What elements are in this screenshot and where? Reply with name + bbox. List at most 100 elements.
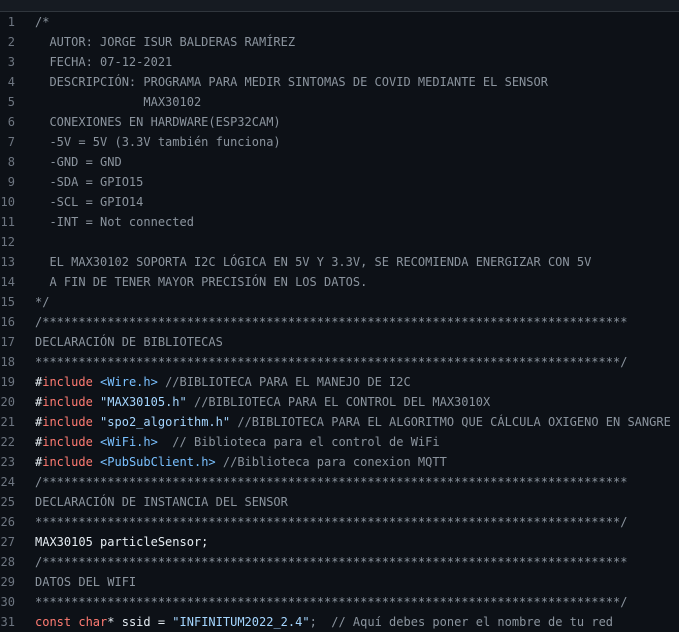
code-token: ****************************************… <box>35 515 628 529</box>
code-line[interactable]: 8 -GND = GND <box>0 152 679 172</box>
code-line[interactable]: 25 DECLARACIÓN DE INSTANCIA DEL SENSOR <box>0 492 679 512</box>
code-line[interactable]: 3 FECHA: 07-12-2021 <box>0 52 679 72</box>
code-line[interactable]: 10 -SCL = GPIO14 <box>0 192 679 212</box>
code-token: include <box>42 435 93 449</box>
line-number: 23 <box>0 455 15 469</box>
line-text: -INT = Not connected <box>35 212 194 232</box>
code-line[interactable]: 26 **************************************… <box>0 512 679 532</box>
code-line[interactable]: 9 -SDA = GPIO15 <box>0 172 679 192</box>
code-token: -SCL = GPIO14 <box>35 195 144 209</box>
code-line[interactable]: 17 DECLARACIÓN DE BIBLIOTECAS <box>0 332 679 352</box>
line-number: 16 <box>0 315 15 329</box>
code-token: AUTOR: JORGE ISUR BALDERAS RAMÍREZ <box>35 35 296 49</box>
line-number: 5 <box>7 95 15 109</box>
code-line[interactable]: 4 DESCRIPCIÓN: PROGRAMA PARA MEDIR SINTO… <box>0 72 679 92</box>
line-text: ****************************************… <box>35 352 627 372</box>
code-line[interactable]: 21 #include "spo2_algorithm.h" //BIBLIOTE… <box>0 412 679 432</box>
code-token: A FIN DE TENER MAYOR PRECISIÓN EN LOS DA… <box>35 275 368 289</box>
code-token: include <box>42 375 93 389</box>
line-number: 20 <box>0 395 15 409</box>
code-line[interactable]: 15 */ <box>0 292 679 312</box>
line-number: 12 <box>0 235 15 249</box>
code-token: char <box>78 615 108 629</box>
code-line[interactable]: 19 #include <Wire.h> //BIBLIOTECA PARA EL… <box>0 372 679 392</box>
code-token: ****************************************… <box>35 595 628 609</box>
line-number: 1 <box>7 15 15 29</box>
code-line[interactable]: 24 /*************************************… <box>0 472 679 492</box>
line-number: 17 <box>0 335 15 349</box>
code-token: ; // Aquí debes poner el nombre de tu re… <box>309 615 614 629</box>
line-text: ****************************************… <box>35 512 627 532</box>
code-line[interactable]: 27 MAX30105 particleSensor; <box>0 532 679 552</box>
line-text: MAX30105 particleSensor; <box>35 532 208 552</box>
code-token: FECHA: 07-12-2021 <box>35 55 173 69</box>
line-number: 15 <box>0 295 15 309</box>
code-token: const <box>35 615 72 629</box>
code-line[interactable]: 20 #include "MAX30105.h" //BIBLIOTECA PAR… <box>0 392 679 412</box>
editor-top-bar <box>0 0 679 12</box>
code-token: include <box>42 395 93 409</box>
line-text: /***************************************… <box>35 552 627 572</box>
line-number: 27 <box>0 535 15 549</box>
code-token: -INT = Not connected <box>35 215 194 229</box>
code-token: "INFINITUM2022_2.4" <box>172 615 310 629</box>
code-token: */ <box>35 295 50 309</box>
code-token: //Biblioteca para conexion MQTT <box>215 455 447 469</box>
line-number: 13 <box>0 255 15 269</box>
code-token: "MAX30105.h" <box>100 395 187 409</box>
code-token: // Biblioteca para el control de WiFi <box>157 435 440 449</box>
code-token: -SDA = GPIO15 <box>35 175 144 189</box>
line-text: #include <PubSubClient.h> //Biblioteca p… <box>35 452 447 472</box>
line-number: 8 <box>7 155 15 169</box>
code-line[interactable]: 14 A FIN DE TENER MAYOR PRECISIÓN EN LOS… <box>0 272 679 292</box>
code-line[interactable]: 1 /* <box>0 12 679 32</box>
code-line[interactable]: 22 #include <WiFi.h> // Biblioteca para e… <box>0 432 679 452</box>
code-line[interactable]: 12 <box>0 232 679 252</box>
line-text: AUTOR: JORGE ISUR BALDERAS RAMÍREZ <box>35 32 295 52</box>
code-token: * ssid = <box>107 615 173 629</box>
line-number: 11 <box>0 215 15 229</box>
line-text: FECHA: 07-12-2021 <box>35 52 172 72</box>
code-line[interactable]: 16 /*************************************… <box>0 312 679 332</box>
code-token: //BIBLIOTECA PARA EL ALGORITMO QUE CÁLCU… <box>230 415 671 429</box>
code-line[interactable]: 7 -5V = 5V (3.3V también funciona) <box>0 132 679 152</box>
code-token: "spo2_algorithm.h" <box>100 415 231 429</box>
line-text: #include "spo2_algorithm.h" //BIBLIOTECA… <box>35 412 671 432</box>
code-line[interactable]: 18 **************************************… <box>0 352 679 372</box>
code-token: MAX30105 particleSensor; <box>35 535 209 549</box>
code-line[interactable]: 30 **************************************… <box>0 592 679 612</box>
code-token: /***************************************… <box>35 475 628 489</box>
code-token: ****************************************… <box>35 355 628 369</box>
code-token: //BIBLIOTECA PARA EL MANEJO DE I2C <box>157 375 411 389</box>
line-number: 25 <box>0 495 15 509</box>
code-line[interactable]: 29 DATOS DEL WIFI <box>0 572 679 592</box>
code-token: DECLARACIÓN DE BIBLIOTECAS <box>35 335 223 349</box>
line-text: #include <WiFi.h> // Biblioteca para el … <box>35 432 440 452</box>
line-text: */ <box>35 292 49 312</box>
code-editor[interactable]: 1/* 2 AUTOR: JORGE ISUR BALDERAS RAMÍREZ 3… <box>0 12 679 632</box>
line-number: 31 <box>0 615 15 629</box>
line-number: 24 <box>0 475 15 489</box>
code-line[interactable]: 31 const char* ssid = "INFINITUM2022_2.4"… <box>0 612 679 632</box>
code-token: /***************************************… <box>35 555 628 569</box>
code-token: /* <box>35 15 50 29</box>
line-text: DATOS DEL WIFI <box>35 572 136 592</box>
code-line[interactable]: 28 /*************************************… <box>0 552 679 572</box>
code-token: include <box>42 455 93 469</box>
line-text: -SCL = GPIO14 <box>35 192 143 212</box>
code-line[interactable]: 5 MAX30102 <box>0 92 679 112</box>
code-line[interactable]: 6 CONEXIONES EN HARDWARE(ESP32CAM) <box>0 112 679 132</box>
line-text: #include "MAX30105.h" //BIBLIOTECA PARA … <box>35 392 490 412</box>
code-token: -GND = GND <box>35 155 122 169</box>
code-token: /***************************************… <box>35 315 628 329</box>
line-text: A FIN DE TENER MAYOR PRECISIÓN EN LOS DA… <box>35 272 367 292</box>
code-line[interactable]: 2 AUTOR: JORGE ISUR BALDERAS RAMÍREZ <box>0 32 679 52</box>
code-line[interactable]: 23 #include <PubSubClient.h> //Biblioteca… <box>0 452 679 472</box>
code-line[interactable]: 13 EL MAX30102 SOPORTA I2C LÓGICA EN 5V … <box>0 252 679 272</box>
code-line[interactable]: 11 -INT = Not connected <box>0 212 679 232</box>
line-number: 26 <box>0 515 15 529</box>
line-text: MAX30102 <box>35 92 201 112</box>
